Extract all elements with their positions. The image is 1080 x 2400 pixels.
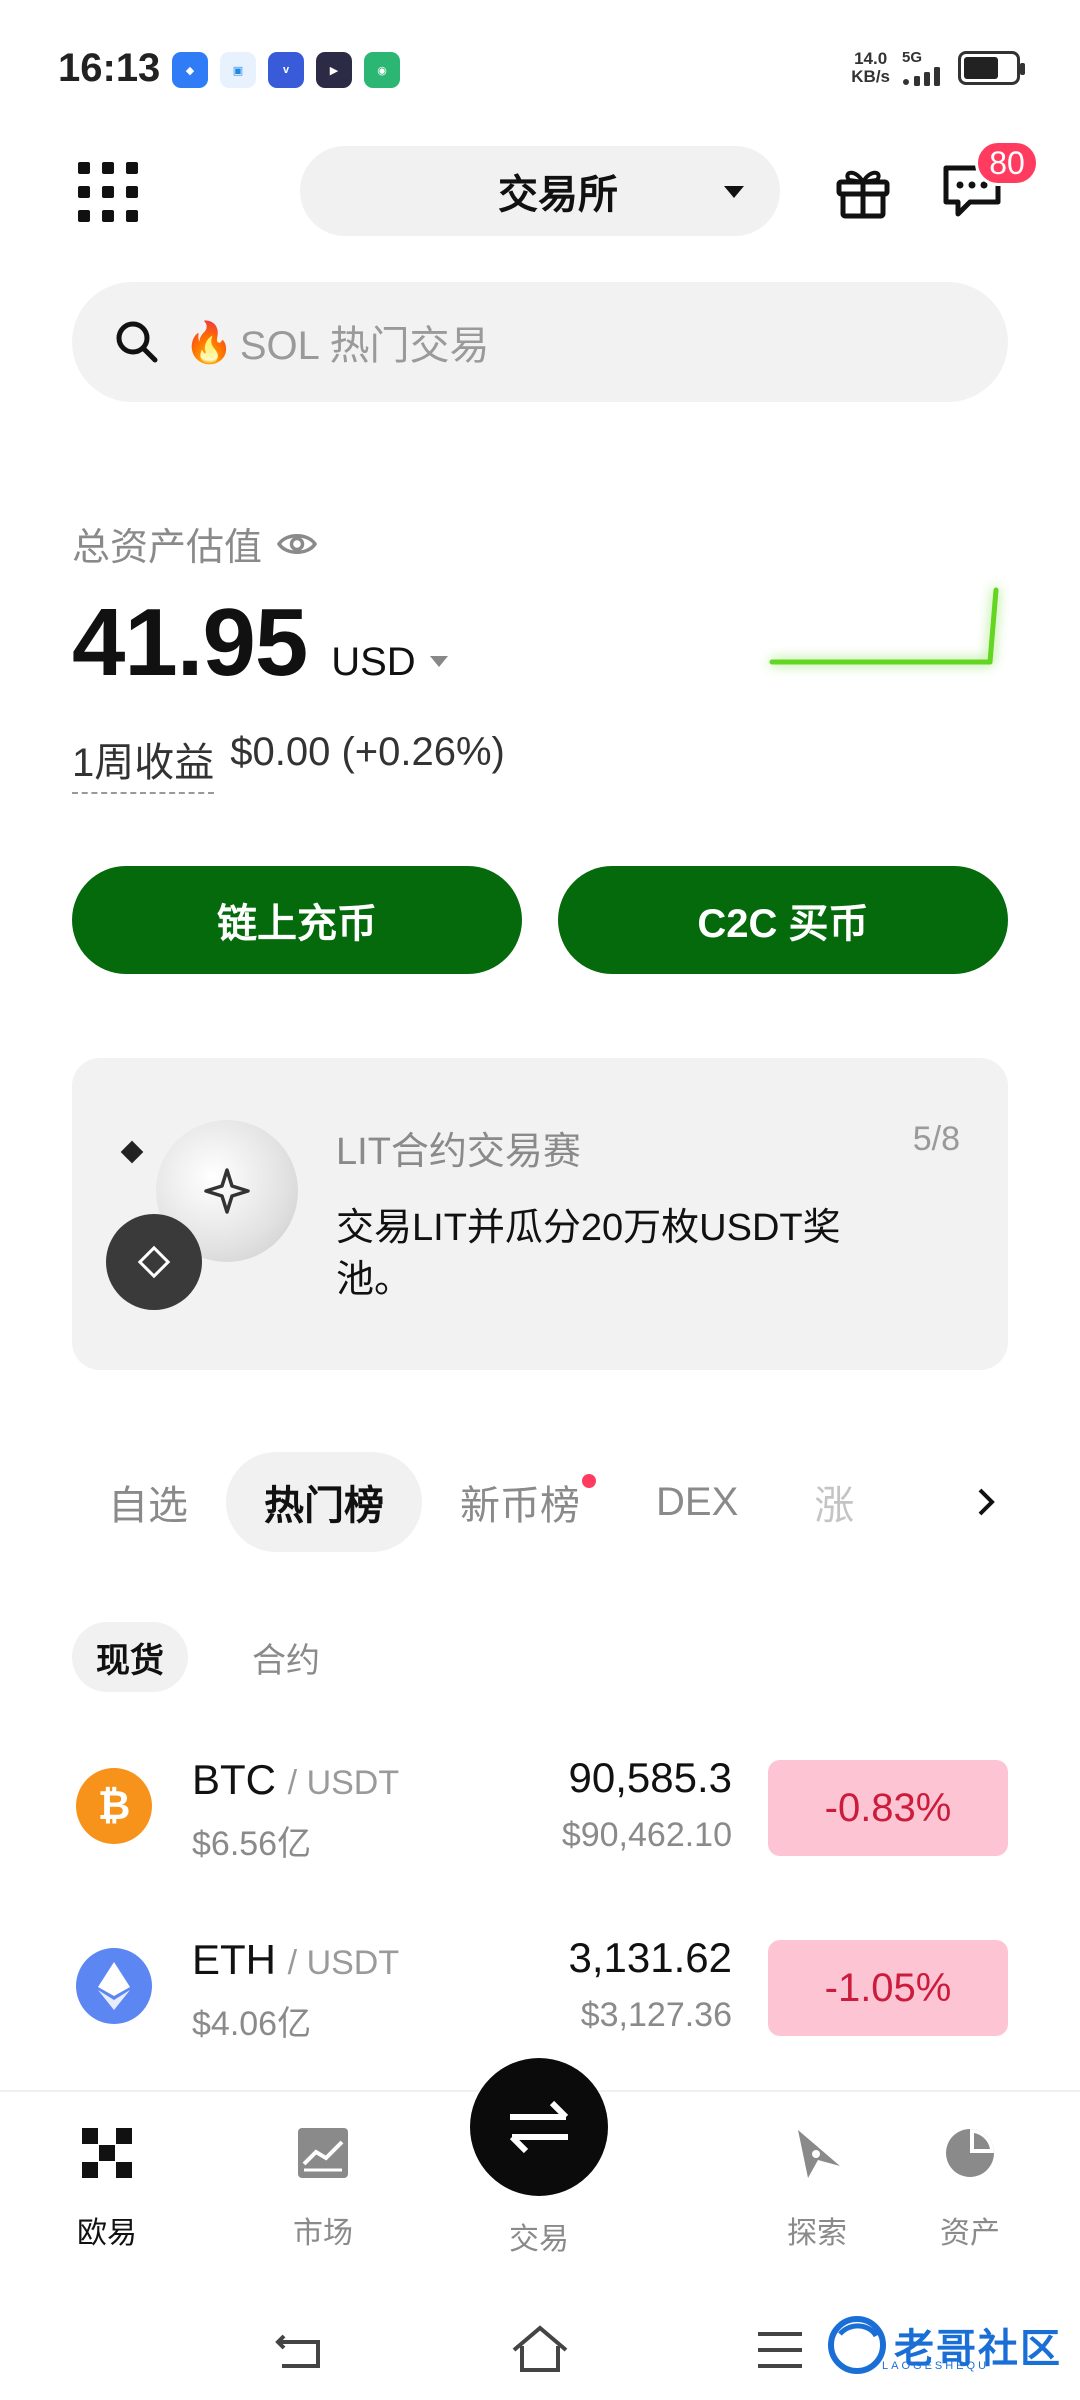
dragon-logo-icon — [828, 2316, 886, 2374]
battery-icon — [958, 51, 1025, 85]
subtab-spot[interactable]: 现货 — [72, 1622, 188, 1692]
cloud-app-icon: ▣ — [220, 52, 256, 88]
new-dot-badge — [582, 1474, 596, 1488]
eye-icon[interactable] — [276, 529, 318, 559]
home-icon[interactable] — [510, 2320, 570, 2380]
eth-icon — [76, 1948, 152, 2024]
market-subtabs: 现货 合约 — [72, 1622, 344, 1692]
caret-down-icon[interactable] — [429, 656, 448, 667]
nav-explore[interactable]: 探索 — [747, 2124, 887, 2252]
caret-down-icon — [724, 186, 744, 198]
pair-fiat-price: $90,462.10 — [561, 1816, 732, 1854]
total-assets-label: 总资产估值 — [72, 516, 318, 571]
pair-change-badge[interactable]: -0.83% — [768, 1760, 1008, 1856]
search-icon — [116, 321, 158, 363]
diamond-icon — [120, 1140, 144, 1164]
subtab-futures[interactable]: 合约 — [228, 1622, 344, 1692]
swap-arrows-icon — [509, 2100, 569, 2154]
okx-logo-icon — [82, 2128, 132, 2178]
blue-app-icon: ◆ — [172, 52, 208, 88]
trade-button[interactable] — [470, 2058, 608, 2196]
tab-new-coins[interactable]: 新币榜 — [422, 1452, 618, 1552]
pair-change-badge[interactable]: -1.05% — [768, 1940, 1008, 2036]
search-placeholder: SOL 热门交易 — [239, 324, 490, 368]
currency-selector[interactable]: USD — [331, 640, 415, 685]
nav-market[interactable]: 市场 — [253, 2124, 393, 2252]
promo-counter: 5/8 — [912, 1120, 960, 1158]
green-app-icon: ◉ — [364, 52, 400, 88]
pair-fiat-price: $3,127.36 — [580, 1996, 732, 2034]
gift-icon[interactable] — [833, 160, 893, 220]
total-assets-value: 41.95 USD — [72, 588, 448, 698]
vivo-app-icon: v — [268, 52, 304, 88]
week-pnl-label[interactable]: 1周收益 — [72, 730, 215, 794]
market-row-btc[interactable]: ₿ BTC / USDT $6.56亿 90,585.3 $90,462.10 … — [72, 1742, 1008, 1872]
menu-grid-icon[interactable] — [78, 162, 138, 222]
play-app-icon: ▶ — [316, 52, 352, 88]
exchange-selector[interactable]: 交易所 — [300, 146, 780, 236]
fire-icon: 🔥 — [184, 320, 234, 365]
onchain-deposit-button[interactable]: 链上充币 — [72, 866, 522, 974]
tab-gainers[interactable]: 涨 — [776, 1452, 892, 1552]
tab-dex[interactable]: DEX — [618, 1452, 776, 1552]
chart-icon — [298, 2128, 348, 2178]
pair-price: 3,131.62 — [568, 1934, 733, 1981]
pair-volume: $4.06亿 — [192, 2005, 312, 2043]
notification-badge: 80 — [975, 140, 1039, 186]
assets-sparkline — [769, 587, 999, 665]
signal-icon: 5G — [902, 50, 946, 86]
nav-okx[interactable]: 欧易 — [37, 2124, 177, 2252]
tab-favorites[interactable]: 自选 — [72, 1452, 226, 1552]
diamond-outline-icon — [106, 1214, 202, 1310]
watermark-logo: 老哥社区 LAOGESHEQU — [826, 2314, 1062, 2376]
pair-symbol: ETH / USDT — [192, 1936, 400, 1983]
nav-trade-label: 交易 — [509, 2223, 569, 2256]
status-time: 16:13 — [58, 46, 161, 90]
nav-assets[interactable]: 资产 — [900, 2124, 1040, 2252]
search-bar[interactable]: 🔥 SOL 热门交易 — [72, 282, 1008, 402]
status-app-icons: ◆ ▣ v ▶ ◉ — [172, 52, 400, 88]
promo-title: LIT合约交易赛 — [336, 1131, 581, 1173]
btc-icon: ₿ — [76, 1768, 152, 1844]
pie-chart-icon — [946, 2129, 994, 2177]
c2c-buy-button[interactable]: C2C 买币 — [558, 866, 1008, 974]
promo-card[interactable]: LIT合约交易赛 5/8 交易LIT并瓜分20万枚USDT奖池。 — [72, 1058, 1008, 1370]
exchange-label: 交易所 — [498, 173, 618, 217]
market-row-eth[interactable]: ETH / USDT $4.06亿 3,131.62 $3,127.36 -1.… — [72, 1922, 1008, 2052]
recents-menu-icon[interactable] — [750, 2320, 810, 2380]
promo-description: 交易LIT并瓜分20万枚USDT奖池。 — [336, 1207, 841, 1301]
back-icon[interactable] — [270, 2320, 330, 2380]
pair-price: 90,585.3 — [568, 1754, 733, 1801]
compass-icon — [798, 2130, 840, 2178]
week-pnl-value: $0.00 (+0.26%) — [230, 730, 505, 774]
tab-hot[interactable]: 热门榜 — [226, 1452, 422, 1552]
pair-symbol: BTC / USDT — [192, 1756, 400, 1803]
chevron-right-icon[interactable] — [958, 1482, 998, 1522]
net-speed: 14.0 KB/s — [851, 49, 890, 86]
pair-volume: $6.56亿 — [192, 1825, 312, 1863]
status-bar: 16:13 ◆ ▣ v ▶ ◉ 14.0 KB/s 5G — [0, 0, 1080, 140]
market-tabs: 自选 热门榜 新币榜 DEX 涨 — [72, 1448, 1008, 1556]
status-indicators: 14.0 KB/s 5G — [851, 49, 1025, 86]
week-pnl: 1周收益 $0.00 (+0.26%) — [72, 730, 505, 794]
